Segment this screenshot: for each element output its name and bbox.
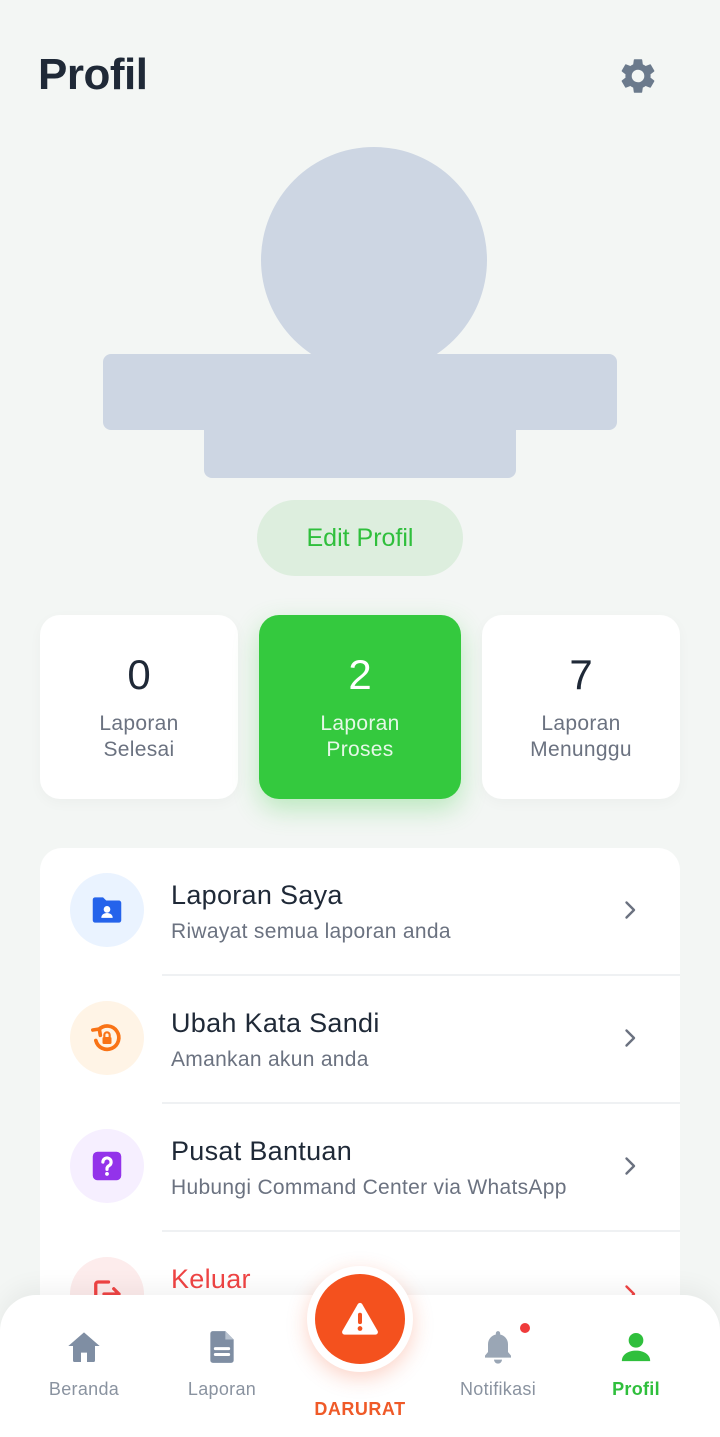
settings-button[interactable] <box>612 50 664 102</box>
bell-icon <box>485 1331 511 1364</box>
menu-icon-wrap <box>70 1129 144 1203</box>
stat-card-proses[interactable]: 2 Laporan Proses <box>259 615 461 799</box>
menu-item-title: Keluar <box>171 1264 251 1294</box>
chevron-right-icon <box>625 1029 636 1047</box>
stat-label: Laporan Proses <box>320 711 399 763</box>
menu-item-title: Pusat Bantuan <box>171 1136 353 1166</box>
profile-screen: Profil Edit Profil 0 Laporan Selesai 2 L… <box>0 0 720 1437</box>
menu-icon-wrap <box>70 1001 144 1075</box>
stat-value: 0 <box>127 651 151 698</box>
page-title: Profil <box>38 50 148 99</box>
menu-item-subtitle: Amankan akun anda <box>171 1048 369 1071</box>
help-icon <box>92 1151 122 1181</box>
stat-label: Laporan Selesai <box>99 711 178 763</box>
gear-icon <box>621 59 655 93</box>
name-skeleton <box>103 354 617 430</box>
stat-label-line1: Laporan <box>99 712 179 735</box>
nav-label: Beranda <box>48 1379 120 1399</box>
menu-item-ubah-kata-sandi[interactable]: Ubah Kata Sandi Amankan akun anda <box>40 976 680 1104</box>
stat-value: 2 <box>348 651 372 698</box>
lock-reset-icon <box>91 1024 121 1052</box>
stat-card-menunggu[interactable]: 7 Laporan Menunggu <box>482 615 680 799</box>
stat-label-line2: Selesai <box>103 738 175 761</box>
stat-label-line1: Laporan <box>320 712 400 735</box>
user-icon <box>621 1333 651 1362</box>
nav-item-laporan[interactable]: Laporan <box>162 1327 282 1400</box>
stat-card-selesai[interactable]: 0 Laporan Selesai <box>40 615 238 799</box>
chevron-right-icon <box>625 901 636 919</box>
folder-user-icon <box>92 897 122 923</box>
stat-label: Laporan Menunggu <box>530 711 632 763</box>
warning-icon <box>342 1302 378 1335</box>
document-icon <box>210 1331 234 1363</box>
home-icon <box>68 1332 100 1362</box>
info-skeleton <box>204 420 516 478</box>
emergency-label: DARURAT <box>314 1399 406 1419</box>
menu-item-pusat-bantuan[interactable]: Pusat Bantuan Hubungi Command Center via… <box>40 1104 680 1232</box>
bell-wrap <box>478 1323 530 1367</box>
notification-dot <box>520 1323 530 1333</box>
nav-label: Laporan <box>187 1379 257 1399</box>
chevron-right-icon <box>625 1157 636 1175</box>
menu-item-title: Laporan Saya <box>171 880 343 910</box>
stat-label-line2: Menunggu <box>530 738 632 761</box>
stat-label-line1: Laporan <box>541 712 621 735</box>
avatar-placeholder <box>261 147 487 373</box>
nav-item-notifikasi[interactable]: Notifikasi <box>438 1323 558 1400</box>
nav-label: Notifikasi <box>459 1379 537 1399</box>
nav-item-beranda[interactable]: Beranda <box>24 1327 144 1400</box>
menu-icon-wrap <box>70 873 144 947</box>
stat-label-line2: Proses <box>326 738 394 761</box>
menu-item-subtitle: Riwayat semua laporan anda <box>171 920 451 943</box>
emergency-button-inner <box>315 1274 405 1364</box>
emergency-button[interactable] <box>307 1266 413 1372</box>
menu-item-laporan-saya[interactable]: Laporan Saya Riwayat semua laporan anda <box>40 848 680 976</box>
menu-item-subtitle: Hubungi Command Center via WhatsApp <box>171 1176 567 1199</box>
nav-item-profil[interactable]: Profil <box>576 1327 696 1400</box>
nav-label: Profil <box>612 1379 660 1399</box>
edit-profile-button[interactable]: Edit Profil <box>257 500 463 576</box>
menu-item-title: Ubah Kata Sandi <box>171 1008 380 1038</box>
stat-value: 7 <box>569 651 593 698</box>
